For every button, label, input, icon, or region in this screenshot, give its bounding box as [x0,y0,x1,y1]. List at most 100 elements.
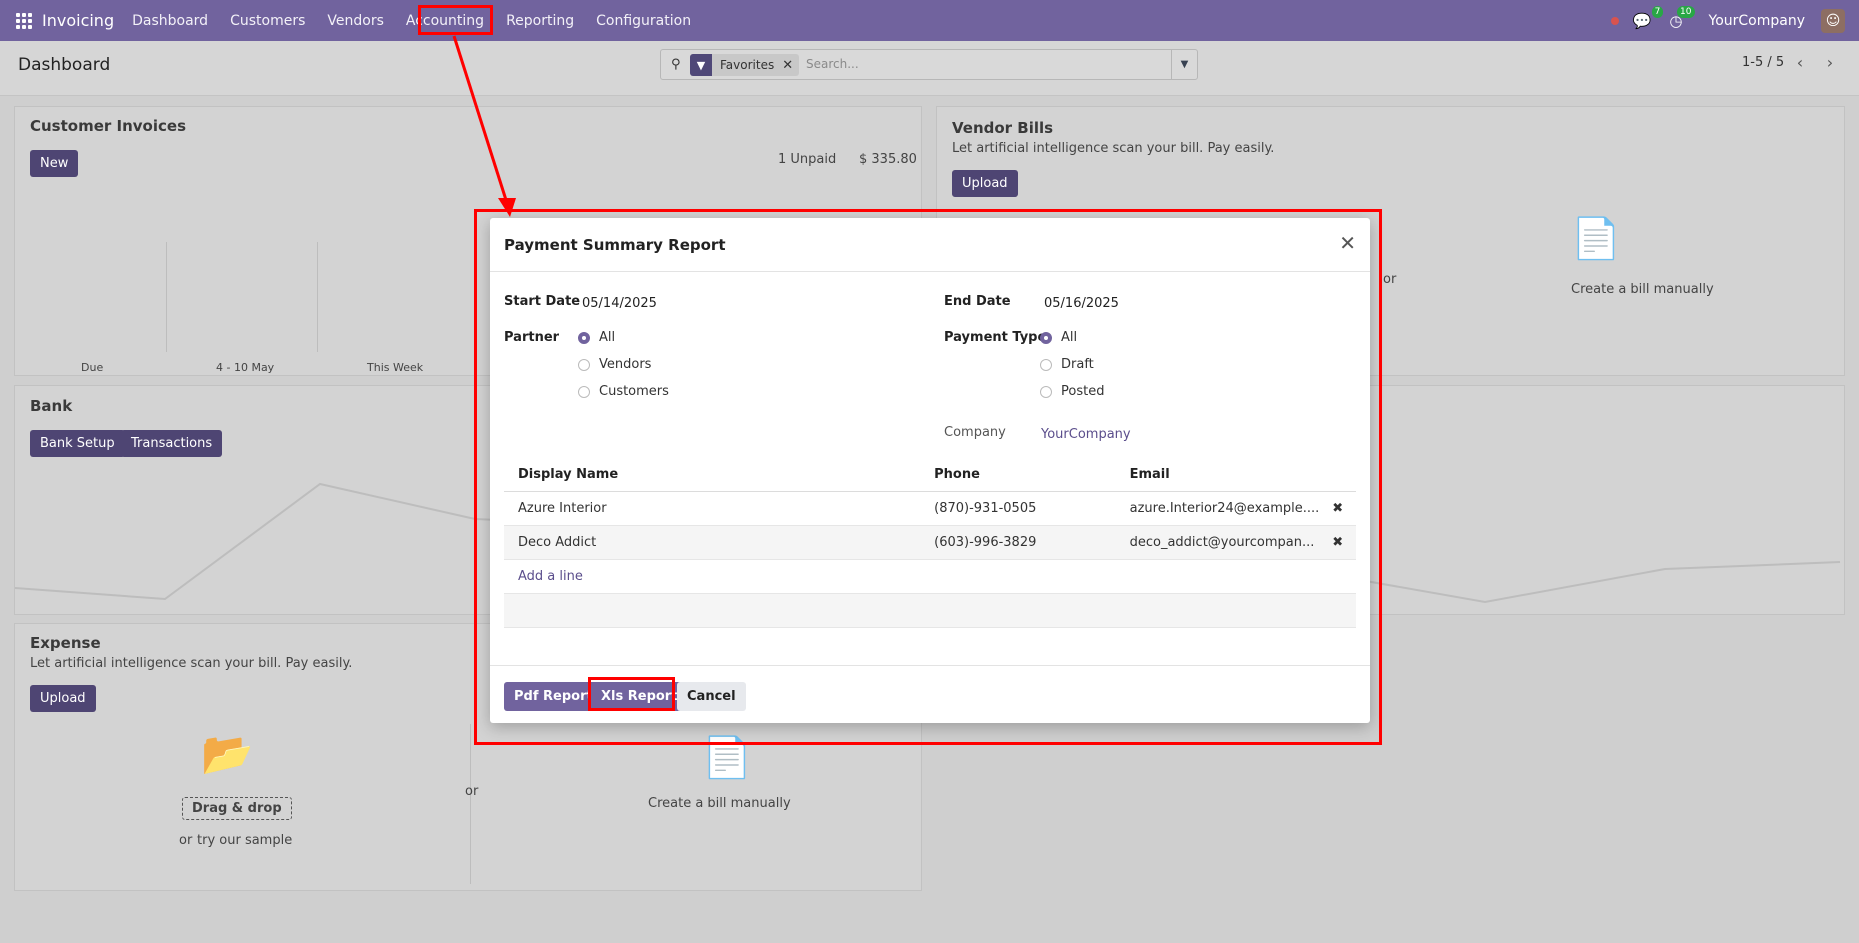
user-avatar[interactable]: ☺ [1821,8,1845,33]
dialog-title: Payment Summary Report [504,236,726,254]
company-switcher[interactable]: YourCompany [1709,13,1806,29]
folder-icon: 📂 [201,729,254,778]
chart-divider [317,242,318,352]
radio-icon [578,385,590,398]
dialog-header: Payment Summary Report ✕ [490,218,1370,272]
start-date-label: Start Date [504,294,581,309]
column-header-display-name[interactable]: Display Name [504,458,921,492]
chart-tick: 4 - 10 May [216,361,275,374]
partner-option-label: Vendors [599,357,652,372]
activities-badge: 10 [1677,5,1695,18]
menu-accounting[interactable]: Accounting [406,13,484,29]
radio-icon [1040,358,1052,371]
payment-summary-dialog: Payment Summary Report ✕ Start Date 05/1… [490,218,1370,723]
vendor-create-manual-link[interactable]: Create a bill manually [1571,282,1714,297]
pager-prev-icon[interactable]: ‹ [1788,51,1812,73]
expense-divider [470,724,471,884]
payment-type-option-label: Posted [1061,384,1105,399]
close-icon[interactable]: ✕ [1339,231,1356,255]
payment-type-radio-all[interactable]: All [1040,330,1077,345]
pager-value[interactable]: 1-5 / 5 [1742,55,1784,70]
messages-icon[interactable]: 💬 7 [1633,5,1664,30]
table-row[interactable]: Deco Addict (603)-996-3829 deco_addict@y… [504,525,1356,560]
control-panel: Dashboard ⚲ ▼ Favorites ✕ Search... ▼ 1-… [0,41,1859,96]
company-field[interactable]: YourCompany [1041,427,1131,442]
expense-upload-button[interactable]: Upload [30,685,96,712]
partner-radio-vendors[interactable]: Vendors [578,357,651,372]
payment-type-option-label: Draft [1061,357,1094,372]
menu-dashboard[interactable]: Dashboard [132,13,208,29]
drag-drop-zone[interactable]: Drag & drop [182,797,292,820]
cell-phone[interactable]: (870)-931-0505 [920,491,1116,526]
cell-display-name[interactable]: Deco Addict [504,525,921,560]
start-date-field[interactable]: 05/14/2025 [582,296,657,311]
payment-type-option-label: All [1061,330,1078,345]
page-title: Dashboard [18,55,111,75]
remove-facet-icon[interactable]: ✕ [782,58,799,73]
radio-selected-icon [578,331,590,344]
try-sample-link[interactable]: try our sample [197,833,292,848]
column-header-phone[interactable]: Phone [920,458,1116,492]
menu-reporting[interactable]: Reporting [506,13,574,29]
expense-subtitle: Let artificial intelligence scan your bi… [30,656,353,671]
new-invoice-button[interactable]: New [30,150,79,177]
menu-customers[interactable]: Customers [230,13,305,29]
payment-type-radio-posted[interactable]: Posted [1040,384,1104,399]
partner-label: Partner [504,330,560,345]
pager-next-icon[interactable]: › [1818,51,1842,73]
partner-radio-customers[interactable]: Customers [578,384,669,399]
radio-icon [578,358,590,371]
partner-option-label: Customers [599,384,669,399]
app-name[interactable]: Invoicing [42,11,114,30]
add-line-link[interactable]: Add a line [504,559,1356,594]
expense-create-manual-link[interactable]: Create a bill manually [648,796,791,811]
expense-or-text: or [179,833,193,848]
column-header-email[interactable]: Email [1115,458,1320,492]
table-row[interactable]: Azure Interior (870)-931-0505 azure.Inte… [504,491,1356,526]
cell-email[interactable]: deco_addict@yourcompan... [1115,525,1320,560]
delete-row-icon[interactable]: ✖ [1319,491,1356,526]
cell-phone[interactable]: (603)-996-3829 [920,525,1116,560]
end-date-label: End Date [944,294,1011,309]
vendor-or-text: or [1383,272,1397,287]
menu-vendors[interactable]: Vendors [327,13,383,29]
delete-row-icon[interactable]: ✖ [1319,525,1356,560]
empty-row [504,593,1356,628]
top-navbar: Invoicing Dashboard Customers Vendors Ac… [0,0,1859,41]
vendor-bills-subtitle: Let artificial intelligence scan your bi… [952,141,1275,156]
payment-type-label: Payment Type [944,330,1047,345]
app-menu-icon[interactable] [16,12,32,29]
menu-configuration[interactable]: Configuration [596,13,691,29]
vendor-bills-title[interactable]: Vendor Bills [952,119,1053,137]
chart-tick: Due [81,361,104,374]
search-icon: ⚲ [671,57,681,72]
vendor-upload-button[interactable]: Upload [952,170,1018,197]
bill-document-icon: 📄 [1571,216,1621,262]
chart-tick: This Week [367,361,424,374]
end-date-field[interactable]: 05/16/2025 [1044,296,1119,311]
unpaid-amount: $ 335.80 [859,152,917,167]
activities-icon[interactable]: ◷ 10 [1669,5,1695,30]
cell-display-name[interactable]: Azure Interior [504,491,921,526]
empty-cell [504,593,1356,628]
customer-invoices-title[interactable]: Customer Invoices [30,117,186,135]
messages-badge: 7 [1651,5,1664,18]
search-bar[interactable]: ⚲ ▼ Favorites ✕ Search... ▼ [660,49,1198,80]
partner-option-label: All [599,330,616,345]
search-input[interactable]: Search... [806,57,859,71]
xls-report-button[interactable]: Xls Report [591,682,688,711]
add-line-row: Add a line [504,559,1356,594]
radio-selected-icon [1040,331,1052,344]
search-dropdown-toggle[interactable]: ▼ [1171,50,1197,79]
column-header-actions [1319,458,1356,492]
cancel-button[interactable]: Cancel [677,682,746,711]
payment-type-radio-draft[interactable]: Draft [1040,357,1094,372]
expense-title[interactable]: Expense [30,634,101,652]
filter-icon: ▼ [690,54,712,76]
partner-radio-all[interactable]: All [578,330,615,345]
search-facet: ▼ Favorites ✕ [690,54,800,76]
bill-document-icon: 📄 [702,735,752,781]
cell-email[interactable]: azure.Interior24@example.... [1115,491,1320,526]
unpaid-label[interactable]: 1 Unpaid [778,152,836,167]
pdf-report-button[interactable]: Pdf Report [504,682,603,711]
